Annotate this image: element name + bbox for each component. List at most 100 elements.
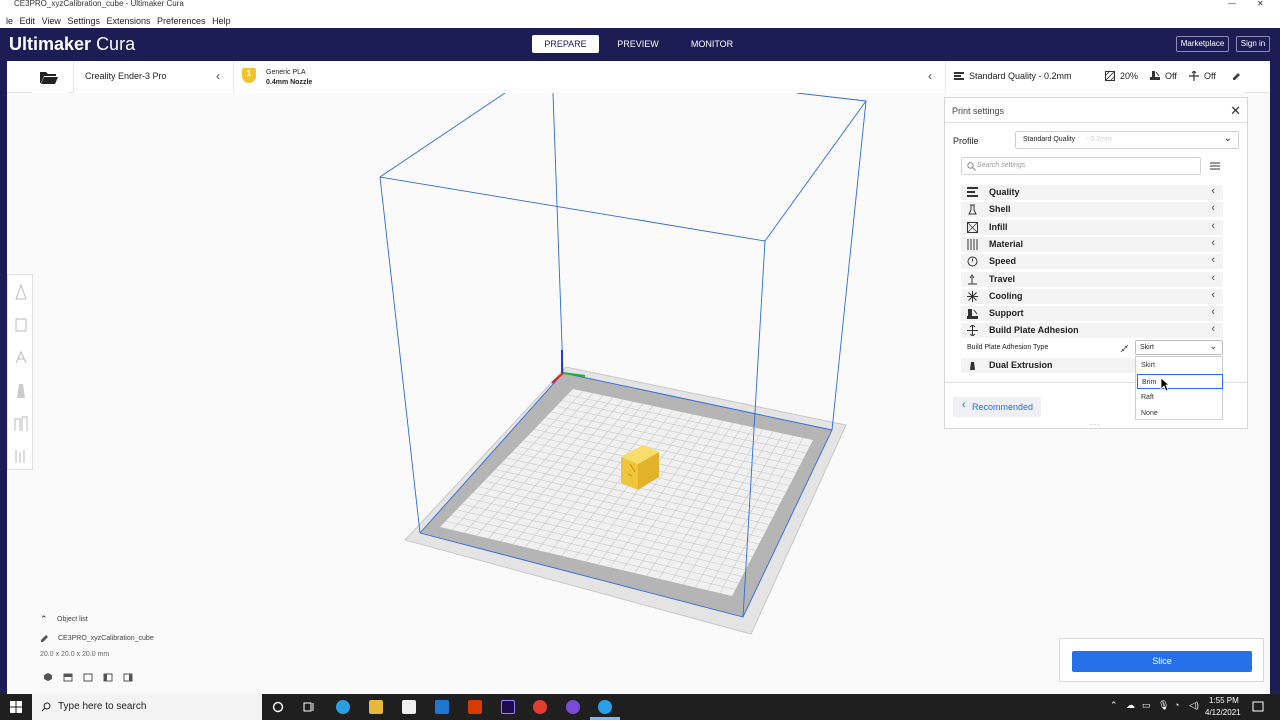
volume-icon[interactable]: ◁) (1189, 700, 1199, 711)
close-button[interactable]: ✕ (1257, 0, 1264, 8)
menu-icon[interactable] (1210, 162, 1220, 170)
category-quality[interactable]: Quality ‹ (961, 185, 1223, 200)
cura-icon[interactable] (598, 700, 612, 714)
print-settings-summary[interactable]: Standard Quality - 0.2mm 20% Off Off (945, 61, 1245, 93)
category-label: Material (989, 239, 1024, 249)
pencil-icon (1233, 73, 1240, 80)
profile-select[interactable]: Standard Quality - 0.2mm ⌄ (1015, 131, 1239, 149)
category-shell[interactable]: Shell ‹ (961, 202, 1223, 217)
category-travel[interactable]: Travel ‹ (961, 272, 1223, 287)
infill-icon (967, 222, 978, 233)
task-view-icon[interactable] (303, 701, 315, 713)
tab-monitor[interactable]: MONITOR (680, 35, 744, 53)
microphone-icon[interactable]: 🎙 (1158, 700, 1169, 711)
chevron-left-icon: ‹ (1211, 289, 1215, 301)
category-support[interactable]: Support ‹ (961, 306, 1223, 321)
notifications-icon[interactable] (1252, 701, 1264, 713)
recommended-button[interactable]: ‹ Recommended (953, 397, 1041, 417)
divider (945, 122, 1247, 123)
travel-icon (968, 274, 977, 285)
open-file-button[interactable] (32, 61, 68, 93)
cortana-icon[interactable] (272, 701, 284, 713)
close-icon[interactable]: ✕ (1230, 103, 1241, 119)
folder-open-icon (40, 72, 58, 84)
dropdown-option-brim[interactable]: Brim (1137, 374, 1223, 389)
view-3d-icon[interactable] (43, 672, 53, 682)
mirror-tool-icon[interactable] (14, 382, 28, 400)
printer-selector[interactable]: Creality Ender-3 Pro ‹ (73, 61, 233, 93)
mail-icon[interactable] (435, 700, 449, 714)
dropdown-option-skirt[interactable]: Skirt (1137, 358, 1223, 373)
link-icon (1120, 344, 1129, 353)
app-header: Ultimaker Cura PREPARE PREVIEW MONITOR M… (0, 28, 1280, 61)
menu-edit[interactable]: Edit (20, 16, 36, 26)
tab-preview[interactable]: PREVIEW (608, 35, 668, 53)
menu-extensions[interactable]: Extensions (106, 16, 150, 26)
category-label: Travel (989, 274, 1016, 284)
resize-handle[interactable]: ··· (1090, 420, 1101, 429)
clock-time[interactable]: 1:55 PM (1209, 696, 1239, 705)
premiere-pro-icon[interactable] (501, 700, 515, 714)
file-explorer-icon[interactable] (369, 700, 383, 714)
dual-extrusion-icon (970, 362, 975, 370)
clock-date[interactable]: 4/12/2021 (1205, 708, 1241, 717)
app-icon[interactable] (566, 700, 580, 714)
view-top-icon[interactable] (83, 672, 93, 682)
app-logo: Ultimaker Cura (9, 34, 136, 54)
chevron-left-icon: ‹ (962, 399, 966, 411)
chevron-up-icon[interactable]: ⌃ (40, 614, 48, 625)
mouse-cursor-icon (1160, 377, 1170, 392)
view-front-icon[interactable] (63, 672, 73, 682)
taskbar-search-placeholder: Type here to search (58, 701, 147, 712)
menu-settings[interactable]: Settings (67, 16, 100, 26)
battery-icon[interactable]: ▭ (1142, 700, 1151, 711)
support-blocker-icon[interactable] (14, 447, 28, 465)
window-frame-left (0, 61, 7, 694)
move-tool-icon[interactable] (14, 283, 28, 301)
pencil-icon[interactable] (40, 634, 49, 643)
wifi-icon[interactable]: ◔ (1174, 700, 1179, 710)
dropdown-option-raft[interactable]: Raft (1137, 390, 1223, 405)
sign-in-button[interactable]: Sign in (1236, 36, 1270, 52)
transform-tool-strip (7, 274, 33, 470)
category-speed[interactable]: Speed ‹ (961, 254, 1223, 269)
object-list-toggle[interactable]: Object list (57, 616, 88, 623)
cloud-icon[interactable]: ☁ (1126, 700, 1135, 711)
marketplace-button[interactable]: Marketplace (1176, 36, 1229, 52)
minimize-button[interactable]: — (1228, 0, 1236, 8)
category-cooling[interactable]: Cooling ‹ (961, 289, 1223, 304)
chevron-left-icon: ‹ (1211, 237, 1215, 249)
view-left-icon[interactable] (103, 672, 113, 682)
speed-icon (967, 256, 978, 267)
office-icon[interactable] (468, 700, 482, 714)
object-dimensions: 20.0 x 20.0 x 20.0 mm (40, 651, 110, 658)
taskbar-search-input[interactable]: Type here to search (32, 694, 262, 720)
category-material[interactable]: Material ‹ (961, 237, 1223, 252)
chevron-left-icon: ‹ (1211, 185, 1215, 197)
chrome-icon[interactable] (533, 700, 547, 714)
chevron-up-icon[interactable]: ⌃ (1110, 700, 1118, 711)
store-icon[interactable] (402, 700, 416, 714)
menu-preferences[interactable]: Preferences (157, 16, 206, 26)
printer-name: Creality Ender-3 Pro (85, 71, 167, 81)
category-label: Shell (989, 204, 1011, 214)
edge-icon[interactable] (336, 700, 350, 714)
category-build-plate-adhesion[interactable]: Build Plate Adhesion ‹ (961, 323, 1223, 338)
scale-tool-icon[interactable] (14, 316, 28, 334)
tab-prepare[interactable]: PREPARE (532, 35, 599, 53)
menu-file[interactable]: le (6, 16, 13, 26)
windows-start-icon[interactable] (10, 701, 22, 713)
adhesion-type-select[interactable]: Skirt ⌄ (1135, 340, 1223, 355)
slice-button[interactable]: Slice (1072, 651, 1252, 672)
category-infill[interactable]: Infill ‹ (961, 220, 1223, 235)
rotate-tool-icon[interactable] (14, 349, 28, 367)
menu-view[interactable]: View (42, 16, 61, 26)
search-settings-input[interactable]: Search settings (961, 157, 1201, 175)
menu-help[interactable]: Help (212, 16, 231, 26)
menu-bar: le Edit View Settings Extensions Prefere… (0, 15, 1280, 27)
material-selector[interactable]: 1 Generic PLA 0.4mm Nozzle ‹ (233, 61, 953, 93)
per-model-settings-icon[interactable] (14, 415, 28, 433)
view-right-icon[interactable] (123, 672, 133, 682)
chevron-left-icon: ‹ (1211, 254, 1215, 266)
dropdown-option-none[interactable]: None (1137, 406, 1223, 421)
